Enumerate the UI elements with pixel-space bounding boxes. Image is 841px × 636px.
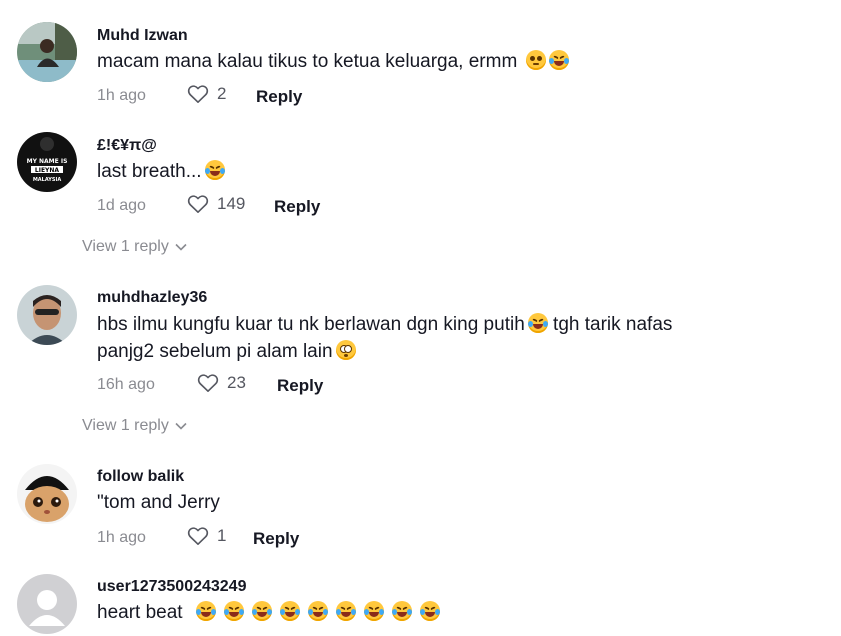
like-button[interactable]: 149 xyxy=(187,194,245,214)
avatar-text-3: MALAYSIA xyxy=(33,177,62,183)
comment-timestamp: 1h ago xyxy=(97,529,146,546)
tears-of-joy-emoji xyxy=(527,313,548,333)
comment-text: last breath... xyxy=(97,158,225,185)
heart-outline-icon[interactable] xyxy=(187,526,209,546)
tears-of-joy-emoji xyxy=(307,601,328,621)
like-button[interactable]: 23 xyxy=(197,373,246,393)
comment-timestamp: 1d ago xyxy=(97,197,146,214)
tears-of-joy-emoji xyxy=(335,601,356,621)
view-replies-button[interactable]: View 1 reply xyxy=(82,238,187,256)
avatar-photo-icon xyxy=(17,285,77,345)
comment-text-body: last breath... xyxy=(97,161,202,182)
like-button[interactable]: 2 xyxy=(187,84,226,104)
tears-of-joy-emoji xyxy=(279,601,300,621)
comment-text-body: macam mana kalau tikus to ketua keluarga… xyxy=(97,51,518,72)
heart-outline-icon[interactable] xyxy=(187,84,209,104)
emoji-row xyxy=(188,601,440,623)
avatar[interactable] xyxy=(17,464,77,524)
comment-username[interactable]: user1273500243249 xyxy=(97,578,246,596)
view-replies-label: View 1 reply xyxy=(82,238,169,255)
tears-of-joy-emoji xyxy=(391,601,412,621)
avatar-logo-icon: MY NAME IS LIEYNA MALAYSIA xyxy=(17,132,77,192)
comment-text-body: panjg2 sebelum pi alam lain xyxy=(97,341,333,362)
comment-text: hbs ilmu kungfu kuar tu nk berlawan dgn … xyxy=(97,311,672,338)
chevron-down-icon xyxy=(175,422,187,430)
comment-text: heart beat xyxy=(97,599,440,626)
comment-username[interactable]: follow balik xyxy=(97,468,184,486)
comment-timestamp: 16h ago xyxy=(97,376,155,393)
avatar-text-2: LIEYNA xyxy=(35,167,60,174)
reply-button[interactable]: Reply xyxy=(253,529,299,549)
heart-outline-icon[interactable] xyxy=(197,373,219,393)
chevron-down-icon xyxy=(175,243,187,251)
view-replies-label: View 1 reply xyxy=(82,417,169,434)
tears-of-joy-emoji xyxy=(195,601,216,621)
comment-text: macam mana kalau tikus to ketua keluarga… xyxy=(97,48,569,75)
comment-timestamp: 1h ago xyxy=(97,87,146,104)
comment-text-body-cont: tgh tarik nafas xyxy=(553,314,673,335)
like-button[interactable]: 1 xyxy=(187,526,226,546)
avatar[interactable] xyxy=(17,574,77,634)
comment-username[interactable]: muhdhazley36 xyxy=(97,289,207,307)
comment-username[interactable]: Muhd Izwan xyxy=(97,27,188,45)
reply-button[interactable]: Reply xyxy=(256,87,302,107)
reply-button[interactable]: Reply xyxy=(274,197,320,217)
tears-of-joy-emoji xyxy=(419,601,440,621)
avatar[interactable] xyxy=(17,22,77,82)
comment-text-line2: panjg2 sebelum pi alam lain xyxy=(97,338,356,365)
tears-of-joy-emoji xyxy=(363,601,384,621)
comment-text: "tom and Jerry xyxy=(97,489,220,516)
crying-face-emoji xyxy=(525,50,546,70)
like-count: 23 xyxy=(227,373,246,392)
like-count: 2 xyxy=(217,84,227,103)
like-count: 1 xyxy=(217,526,227,545)
default-user-avatar-icon xyxy=(17,574,77,634)
avatar[interactable]: MY NAME IS LIEYNA MALAYSIA xyxy=(17,132,77,192)
comment-text-body: "tom and Jerry xyxy=(97,492,220,513)
squinting-face-emoji xyxy=(548,50,569,70)
reply-button[interactable]: Reply xyxy=(277,376,323,396)
tears-of-joy-emoji xyxy=(223,601,244,621)
tears-of-joy-emoji xyxy=(204,160,225,180)
flushed-face-emoji xyxy=(335,340,356,360)
comment-text-body: hbs ilmu kungfu kuar tu nk berlawan dgn … xyxy=(97,314,525,335)
heart-outline-icon[interactable] xyxy=(187,194,209,214)
avatar-text-1: MY NAME IS xyxy=(27,158,68,165)
avatar[interactable] xyxy=(17,285,77,345)
avatar-photo-icon xyxy=(17,22,77,82)
view-replies-button[interactable]: View 1 reply xyxy=(82,417,187,435)
comment-text-body: heart beat xyxy=(97,602,183,623)
avatar-cat-icon xyxy=(17,464,77,524)
tears-of-joy-emoji xyxy=(251,601,272,621)
comment-username[interactable]: £!€¥π@ xyxy=(97,137,157,155)
like-count: 149 xyxy=(217,194,246,213)
